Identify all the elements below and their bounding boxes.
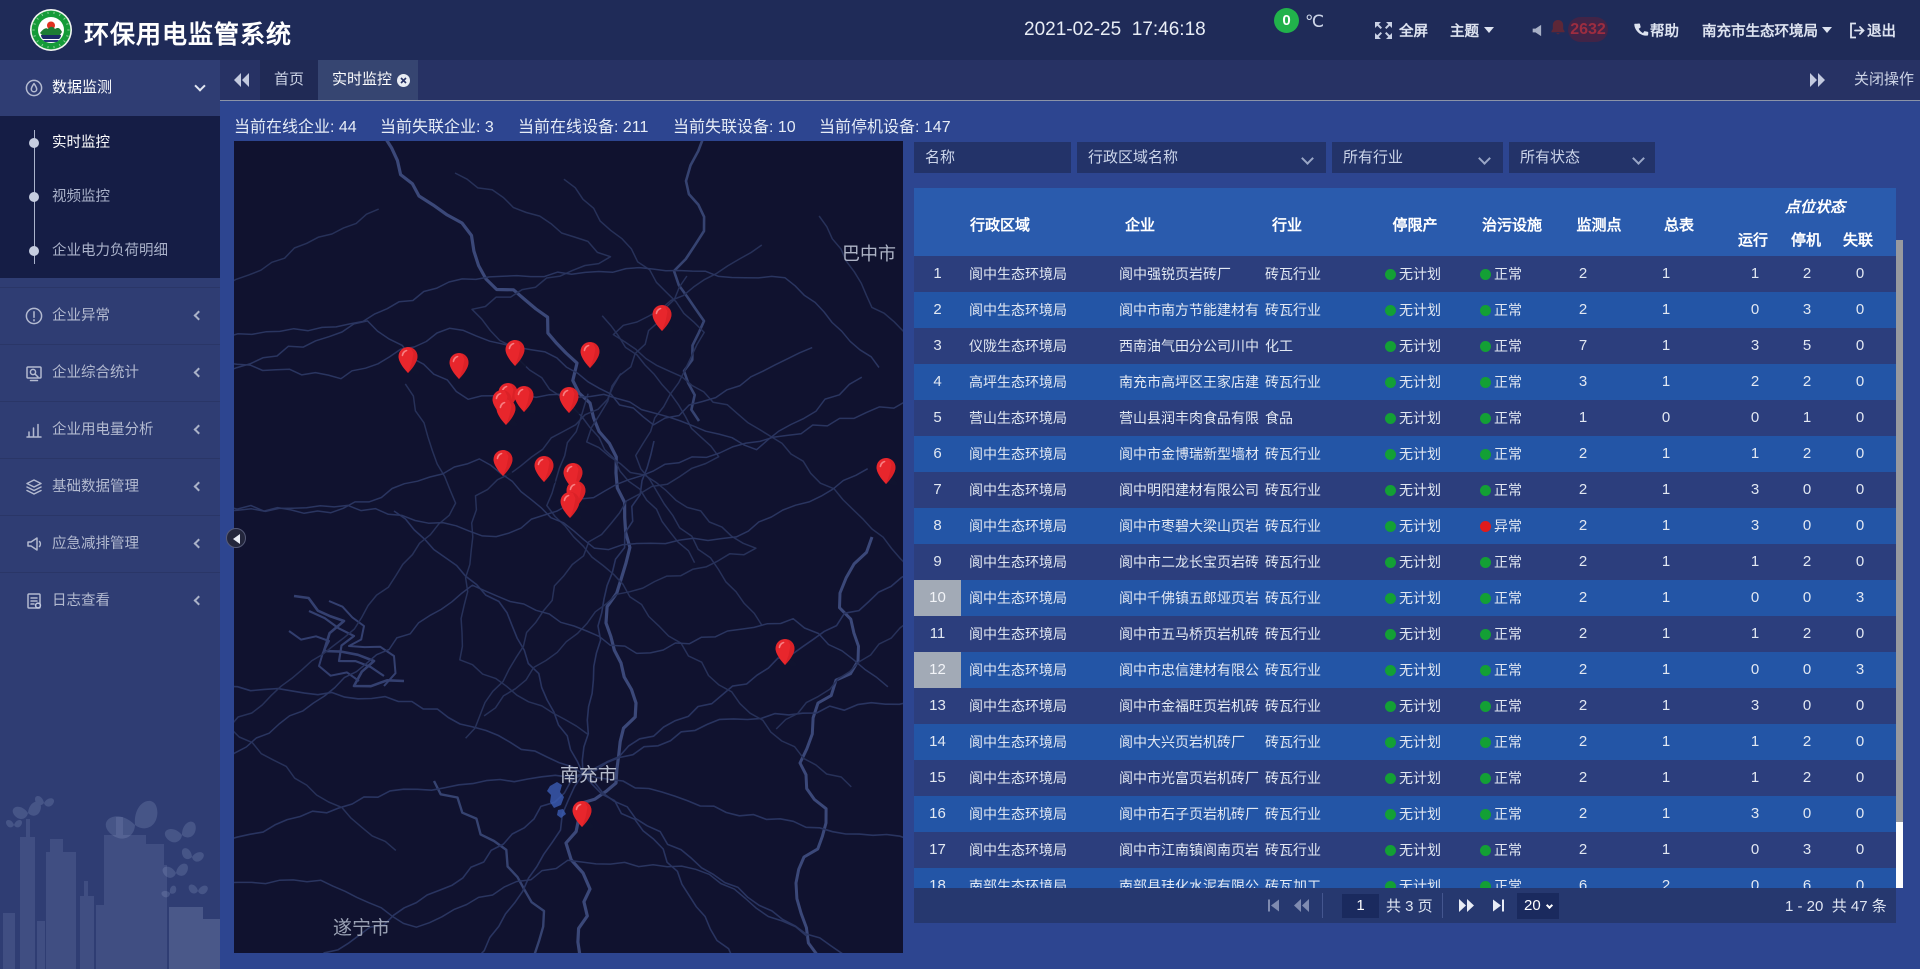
svg-text:巴中市: 巴中市 [842, 244, 896, 264]
svg-text:遂宁市: 遂宁市 [333, 917, 390, 939]
svg-text:南充市: 南充市 [560, 764, 617, 786]
